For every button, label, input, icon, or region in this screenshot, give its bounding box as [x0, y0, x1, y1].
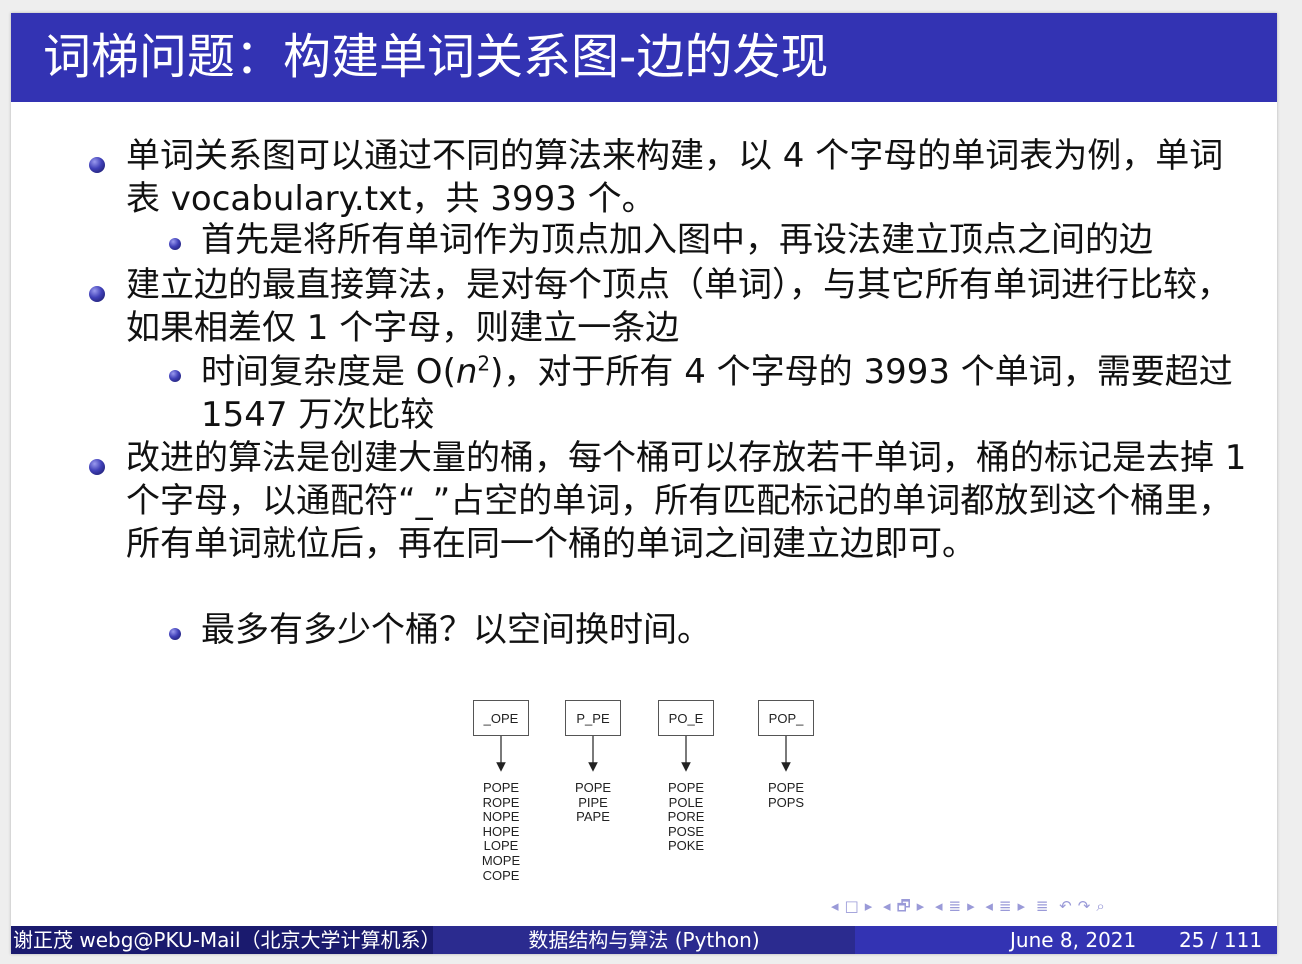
nav-outline-icon[interactable]: ≣	[1036, 897, 1049, 915]
sub-bullet-icon	[169, 370, 181, 382]
nav-back-icon[interactable]: ↶	[1059, 897, 1072, 915]
bullet-3-text: 改进的算法是创建大量的桶，每个桶可以存放若干单词，桶的标记是去掉 1 个字母，以…	[126, 438, 1247, 564]
bucket-label: P_PE	[565, 700, 621, 736]
bucket-word-list: POPE PIPE PAPE	[574, 780, 612, 825]
bucket-word-list: POPE POPS	[767, 780, 805, 810]
nav-next-icon[interactable]: ▸	[917, 897, 925, 915]
bucket-diagram: _OPE P_PE PO_E POP_ POPE ROPE NOPE HOPE …	[466, 693, 866, 898]
sub-bullet-icon	[169, 628, 181, 640]
bullet-1-sub-1: 首先是将所有单词作为顶点加入图中，再设法建立顶点之间的边	[201, 220, 1153, 260]
nav-next-icon[interactable]: ▸	[865, 897, 873, 915]
sub-bullet-icon	[169, 238, 181, 250]
nav-document-icon[interactable]: ≣	[999, 897, 1012, 915]
bucket-label: POP_	[758, 700, 814, 736]
bucket-label: _OPE	[473, 700, 529, 736]
bucket-label: PO_E	[658, 700, 714, 736]
nav-forward-icon[interactable]: ↷	[1078, 897, 1091, 915]
nav-next-icon[interactable]: ▸	[1018, 897, 1026, 915]
slide-content: 单词关系图可以通过不同的算法来构建，以 4 个字母的单词表为例，单词表 voca…	[11, 13, 1277, 954]
page-number: 25 / 111	[1179, 928, 1263, 952]
footer: 谢正茂 webg@PKU-Mail（北京大学计算机系） 数据结构与算法 (Pyt…	[11, 926, 1277, 954]
bullet-2-sub-1: 时间复杂度是 O(n2)，对于所有 4 个字母的 3993 个单词，需要超过 1…	[201, 351, 1233, 435]
bullet-2-text: 建立边的最直接算法，是对每个顶点（单词），与其它所有单词进行比较，如果相差仅 1…	[126, 265, 1231, 348]
bucket-word-list: POPE POLE PORE POSE POKE	[667, 780, 705, 854]
nav-subsection-icon[interactable]: 🗗	[897, 897, 911, 915]
footer-info: June 8, 2021 25 / 111	[855, 926, 1277, 954]
footer-course: 数据结构与算法 (Python)	[433, 926, 855, 954]
nav-prev-icon[interactable]: ◂	[831, 897, 839, 915]
bucket-word-list: POPE ROPE NOPE HOPE LOPE MOPE COPE	[481, 780, 521, 883]
nav-prev-icon[interactable]: ◂	[935, 897, 943, 915]
nav-section-icon[interactable]: ≣	[949, 897, 962, 915]
nav-prev-icon[interactable]: ◂	[985, 897, 993, 915]
bullet-icon	[89, 157, 105, 173]
bullet-icon	[89, 286, 105, 302]
bullet-1-text: 单词关系图可以通过不同的算法来构建，以 4 个字母的单词表为例，单词表 voca…	[126, 136, 1224, 219]
footer-author: 谢正茂 webg@PKU-Mail（北京大学计算机系）	[11, 926, 433, 954]
footer-date: June 8, 2021	[1010, 928, 1137, 952]
nav-search-icon[interactable]: ⌕	[1096, 897, 1104, 915]
nav-next-icon[interactable]: ▸	[967, 897, 975, 915]
slide: 词梯问题：构建单词关系图-边的发现 单词关系图可以通过不同的算法来构建，以 4 …	[11, 13, 1277, 954]
bullet-3-sub-1: 最多有多少个桶？以空间换时间。	[201, 610, 711, 650]
nav-frame-icon[interactable]: □	[845, 897, 859, 915]
bullet-icon	[89, 459, 105, 475]
nav-prev-icon[interactable]: ◂	[883, 897, 891, 915]
navigation-symbols[interactable]: ◂ □ ▸ ◂ 🗗 ▸ ◂ ≣ ▸ ◂ ≣ ▸ ≣ ↶ ↷ ⌕	[831, 896, 1261, 918]
